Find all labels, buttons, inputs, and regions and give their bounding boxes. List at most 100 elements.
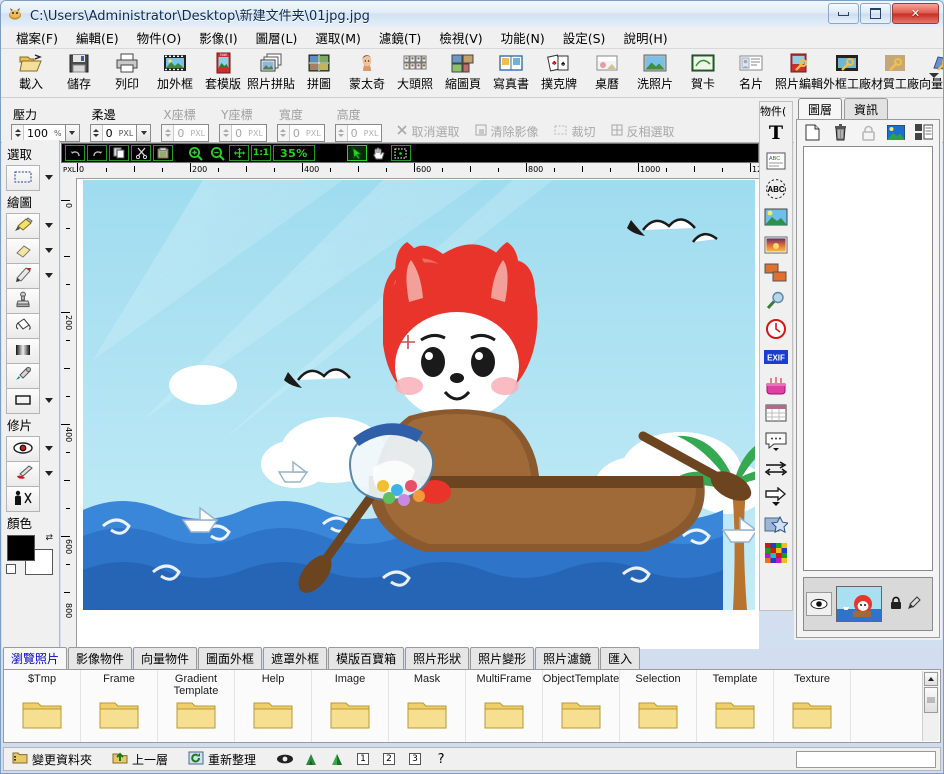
color-palette-icon[interactable] <box>763 540 789 566</box>
layer-properties-icon[interactable] <box>915 123 933 141</box>
lock-icon[interactable] <box>890 596 902 613</box>
soft-edge-spinbox[interactable]: 0 PXL <box>89 124 138 142</box>
tool-red-eye[interactable] <box>6 436 40 462</box>
folder-item[interactable]: Template <box>697 670 774 742</box>
tool-paint-bucket[interactable] <box>6 313 40 339</box>
clear-image-button[interactable]: 清除影像 <box>475 123 538 140</box>
tool-remove-person[interactable] <box>6 486 40 512</box>
tool-pencil-flyout-arrow[interactable] <box>45 273 53 278</box>
tab-picture-frames[interactable]: 圖面外框 <box>198 647 263 669</box>
image-canvas[interactable] <box>77 179 758 648</box>
tool-eyedropper[interactable] <box>6 363 40 389</box>
calendar-icon[interactable] <box>763 400 789 426</box>
menu-edit[interactable]: 編輯(E) <box>67 26 128 49</box>
toolbar-button-frame-factory[interactable]: 外框工廠 <box>823 51 871 91</box>
pan-tool-button[interactable] <box>368 145 389 161</box>
folder-item[interactable]: $Tmp <box>4 670 81 742</box>
lock-layer-icon[interactable] <box>859 123 877 141</box>
text-box-icon[interactable]: ABC <box>763 148 789 174</box>
delete-layer-icon[interactable] <box>831 123 849 141</box>
menu-settings[interactable]: 設定(S) <box>554 26 615 49</box>
tool-clone-stamp[interactable] <box>6 288 40 314</box>
menu-file[interactable]: 檔案(F) <box>7 26 67 49</box>
magnifier-icon[interactable] <box>763 288 789 314</box>
toolbar-button-desk-calendar[interactable]: 桌曆 <box>583 51 631 91</box>
tool-eraser[interactable] <box>6 238 40 264</box>
toolbar-button-load[interactable]: 載入 <box>7 51 55 91</box>
foreground-color-swatch[interactable] <box>7 535 35 561</box>
text-tool-icon[interactable]: T <box>763 120 789 146</box>
exif-icon[interactable]: EXIF <box>763 344 789 370</box>
maximize-button[interactable] <box>860 3 891 24</box>
arrows-icon[interactable] <box>763 456 789 482</box>
scrollbar-thumb[interactable] <box>924 687 938 713</box>
star-shape-icon[interactable] <box>763 512 789 538</box>
zoom-in-button[interactable] <box>185 145 205 161</box>
toolbar-button-montage[interactable]: 蒙太奇 <box>343 51 391 91</box>
browser-scrollbar[interactable] <box>922 671 939 741</box>
folder-item[interactable]: MultiFrame <box>466 670 543 742</box>
tool-gradient[interactable] <box>6 338 40 364</box>
pressure-dropdown[interactable] <box>65 124 80 142</box>
swap-colors-icon[interactable]: ⇄ <box>45 533 53 543</box>
tab-layers[interactable]: 圖層 <box>798 98 843 120</box>
tool-retouch-flyout-arrow[interactable] <box>45 471 53 476</box>
menu-help[interactable]: 說明(H) <box>614 26 676 49</box>
tab-mask-frames[interactable]: 遮罩外框 <box>263 647 328 669</box>
status-text-field[interactable] <box>796 751 936 768</box>
toolbar-button-business-card[interactable]: 名片 <box>727 51 775 91</box>
folder-item[interactable]: Help <box>235 670 312 742</box>
folder-item[interactable]: Gradient Template <box>158 670 235 742</box>
multi-image-icon[interactable] <box>763 260 789 286</box>
menu-layer[interactable]: 圖層(L) <box>247 26 307 49</box>
photo-image[interactable] <box>83 180 755 610</box>
minimize-button[interactable] <box>828 3 859 24</box>
layer-thumbnail[interactable] <box>836 586 882 622</box>
block-arrow-icon[interactable] <box>763 484 789 510</box>
tab-browse-photos[interactable]: 瀏覽照片 <box>3 647 68 669</box>
spinner-arrows-icon[interactable] <box>90 125 103 141</box>
toolbar-button-puzzle[interactable]: 拼圖 <box>295 51 343 91</box>
brush-icon[interactable] <box>907 595 921 613</box>
cut-button[interactable] <box>131 145 151 161</box>
menu-select[interactable]: 選取(M) <box>306 26 370 49</box>
tab-vector-objects[interactable]: 向量物件 <box>133 647 198 669</box>
tool-red-eye-flyout-arrow[interactable] <box>45 446 53 451</box>
copy-button[interactable] <box>109 145 129 161</box>
menu-object[interactable]: 物件(O) <box>128 26 191 49</box>
toolbar-button-add-frame[interactable]: 加外框 <box>151 51 199 91</box>
up-level-button[interactable]: 上一層 <box>112 751 168 768</box>
default-colors-icon[interactable] <box>6 564 16 574</box>
tool-paintbrush-flyout-arrow[interactable] <box>45 223 53 228</box>
toolbar-button-print-photo[interactable]: 洗照片 <box>631 51 679 91</box>
toolbar-button-vector-factory[interactable]: 向量工廠 <box>919 51 943 91</box>
tool-shape-flyout-arrow[interactable] <box>45 398 53 403</box>
clock-icon[interactable] <box>763 316 789 342</box>
folder-item[interactable]: Mask <box>389 670 466 742</box>
toolbar-button-playing-cards[interactable]: ♣ ♠ 撲克牌 <box>535 51 583 91</box>
toolbar-button-photo-book[interactable]: 寫真書 <box>487 51 535 91</box>
toolbar-button-greeting-card[interactable]: 賀卡 <box>679 51 727 91</box>
speech-bubble-icon[interactable] <box>763 428 789 454</box>
tool-paintbrush[interactable] <box>6 213 40 239</box>
path-text-icon[interactable]: ABC <box>763 176 789 202</box>
view-1-button[interactable]: 1 <box>354 751 372 767</box>
pointer-tool-button[interactable] <box>346 145 367 161</box>
paste-button[interactable] <box>153 145 173 161</box>
chevron-down-icon[interactable] <box>929 73 939 78</box>
toolbar-button-photo-collage[interactable]: 照片拼貼 <box>247 51 295 91</box>
change-folder-button[interactable]: 變更資料夾 <box>12 751 92 768</box>
toolbar-button-photo-edit[interactable]: 照片編輯 <box>775 51 823 91</box>
tool-pencil[interactable] <box>6 263 40 289</box>
menu-view[interactable]: 檢視(V) <box>430 26 491 49</box>
new-layer-icon[interactable] <box>803 123 821 141</box>
sort-asc-icon[interactable] <box>302 751 320 767</box>
toolbar-button-texture-factory[interactable]: 材質工廠 <box>871 51 919 91</box>
deselect-button[interactable]: 取消選取 <box>396 123 459 140</box>
refresh-button[interactable]: 重新整理 <box>188 751 256 768</box>
redo-button[interactable] <box>87 145 107 161</box>
eye-icon[interactable] <box>276 751 294 767</box>
toolbar-button-save[interactable]: 儲存 <box>55 51 103 91</box>
marquee-tool-button[interactable] <box>390 145 411 161</box>
tool-eraser-flyout-arrow[interactable] <box>45 248 53 253</box>
